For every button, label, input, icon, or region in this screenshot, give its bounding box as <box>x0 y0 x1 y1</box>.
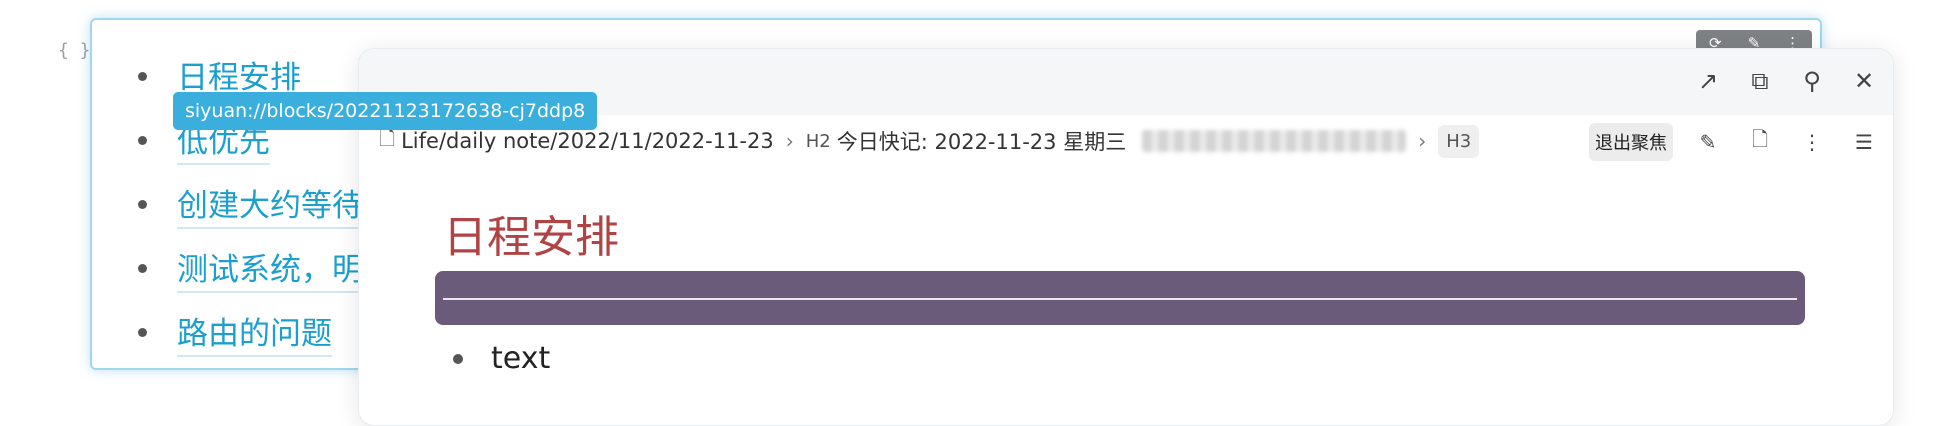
code-brace-icon: { } <box>58 40 91 61</box>
more-icon[interactable]: ⋮ <box>1795 130 1829 154</box>
popover-heading: 日程安排 <box>443 212 619 263</box>
link-tooltip: siyuan://blocks/20221123172638-cj7ddp8 <box>173 92 598 130</box>
highlight-block <box>435 271 1805 325</box>
chevron-right-icon: › <box>785 129 794 153</box>
list-item: 创建大约等待 <box>132 172 363 236</box>
outline-icon[interactable]: ☰ <box>1847 130 1881 154</box>
open-window-icon[interactable]: ⧉ <box>1741 65 1779 99</box>
chevron-right-icon: › <box>1418 129 1427 153</box>
block-ref-link[interactable]: 创建大约等待 <box>177 180 363 229</box>
document-icon[interactable]: 🗋 <box>1743 125 1777 159</box>
breadcrumb: 🗋 Life/daily note/2022/11/2022-11-23 › H… <box>379 119 1893 163</box>
bullet-icon[interactable] <box>453 353 463 364</box>
heading-level-tag[interactable]: H3 <box>1438 124 1480 158</box>
popover-actions: ↗ ⧉ ⚲ ✕ <box>1689 65 1883 99</box>
list-item-text: text <box>491 341 551 376</box>
bullet-icon[interactable] <box>138 263 147 273</box>
list-item: 路由的问题 <box>132 300 363 364</box>
breadcrumb-path[interactable]: Life/daily note/2022/11/2022-11-23 <box>401 129 774 153</box>
heading-level-tag: H2 <box>805 130 831 152</box>
breadcrumb-actions: 退出聚焦 ✎ 🗋 ⋮ ☰ <box>1589 123 1881 161</box>
close-icon[interactable]: ✕ <box>1845 65 1883 99</box>
exit-focus-button[interactable]: 退出聚焦 <box>1589 123 1673 161</box>
list-item: text <box>453 341 550 376</box>
lock-edit-icon[interactable]: ✎ <box>1691 130 1725 154</box>
bullet-icon[interactable] <box>138 327 147 337</box>
bullet-icon[interactable] <box>138 135 147 145</box>
bullet-icon[interactable] <box>138 199 147 209</box>
block-ref-link[interactable]: 测试系统，明 <box>177 244 363 293</box>
divider <box>443 298 1797 300</box>
partial-heading <box>96 404 113 426</box>
blurred-text <box>1142 130 1407 152</box>
unpin-icon[interactable]: ⚲ <box>1793 65 1831 99</box>
breadcrumb-heading[interactable]: 今日快记: 2022-11-23 星期三 <box>837 126 1126 156</box>
bullet-icon[interactable] <box>138 71 147 81</box>
list-item: 测试系统，明 <box>132 236 363 300</box>
open-icon[interactable]: ↗ <box>1689 65 1727 99</box>
block-ref-link[interactable]: 路由的问题 <box>177 308 332 357</box>
